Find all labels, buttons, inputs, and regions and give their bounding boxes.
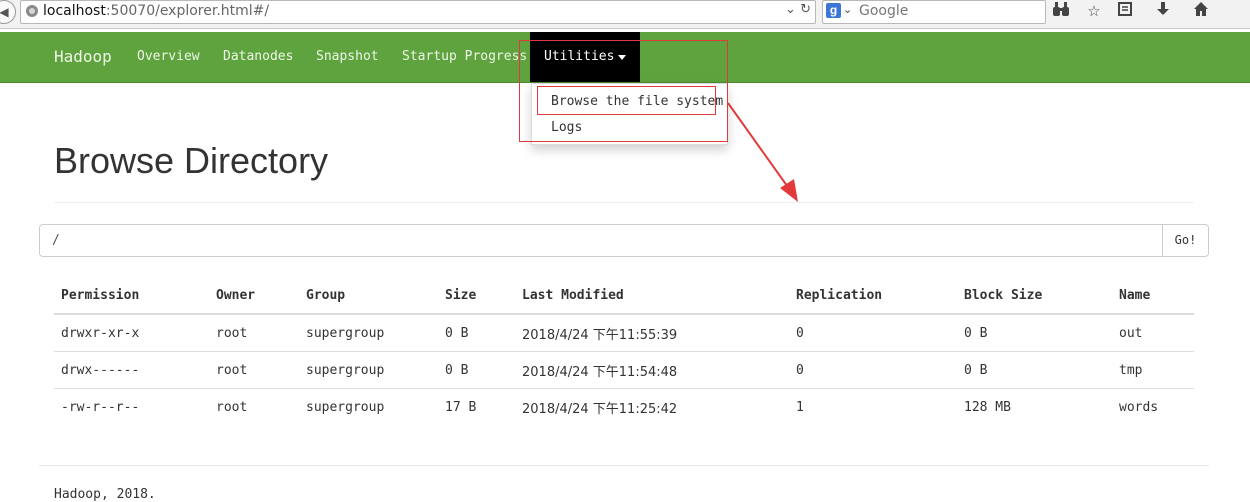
table-header-row: Permission Owner Group Size Last Modifie… bbox=[54, 277, 1194, 315]
cell-last-modified: 2018/4/24 下午11:54:48 bbox=[515, 351, 789, 389]
cell-owner: root bbox=[216, 399, 248, 415]
cell-replication: 0 bbox=[789, 314, 957, 352]
cell-group: supergroup bbox=[299, 314, 438, 352]
col-header-permission[interactable]: Permission bbox=[54, 277, 209, 315]
cell-block-size: 128 MB bbox=[964, 399, 1011, 415]
cell-last-modified: 2018/4/24 下午11:55:39 bbox=[515, 314, 789, 352]
cell-block-size: 0 B bbox=[957, 314, 1112, 352]
divider bbox=[54, 202, 1194, 203]
cell-replication: 0 bbox=[789, 351, 957, 389]
cell-size: 0 B bbox=[438, 314, 515, 352]
table-row: drwx------ root supergroup 0 B 2018/4/24… bbox=[54, 351, 1194, 389]
page-title: Browse Directory bbox=[54, 140, 329, 181]
cell-group: supergroup bbox=[306, 399, 385, 415]
cell-name-link[interactable]: words bbox=[1112, 389, 1194, 426]
cell-permission: drwx------ bbox=[54, 351, 209, 389]
cell-block-size: 0 B bbox=[957, 351, 1112, 389]
file-table: Permission Owner Group Size Last Modifie… bbox=[54, 277, 1194, 425]
cell-size: 17 B bbox=[445, 399, 477, 415]
col-header-size[interactable]: Size bbox=[438, 277, 515, 315]
cell-last-modified: 2018/4/24 下午11:25:42 bbox=[522, 401, 678, 417]
table-row: drwxr-xr-x root supergroup 0 B 2018/4/24… bbox=[54, 314, 1194, 352]
cell-permission: -rw-r--r-- bbox=[61, 399, 140, 415]
cell-replication: 1 bbox=[796, 399, 804, 415]
col-header-replication[interactable]: Replication bbox=[789, 277, 957, 315]
directory-path-input[interactable]: / bbox=[39, 224, 1163, 257]
cell-size: 0 B bbox=[438, 351, 515, 389]
cell-name-link[interactable]: out bbox=[1112, 314, 1194, 352]
cell-permission: drwxr-xr-x bbox=[54, 314, 209, 352]
col-header-name[interactable]: Name bbox=[1112, 277, 1194, 315]
go-button[interactable]: Go! bbox=[1162, 224, 1209, 257]
col-header-block-size[interactable]: Block Size bbox=[957, 277, 1112, 315]
cell-name-link[interactable]: tmp bbox=[1112, 351, 1194, 389]
col-header-group[interactable]: Group bbox=[299, 277, 438, 315]
cell-group: supergroup bbox=[299, 351, 438, 389]
footer-divider bbox=[39, 465, 1209, 466]
cell-owner: root bbox=[209, 314, 299, 352]
col-header-last-modified[interactable]: Last Modified bbox=[515, 277, 789, 315]
footer-text: Hadoop, 2018. bbox=[54, 487, 156, 502]
col-header-owner[interactable]: Owner bbox=[209, 277, 299, 315]
table-row: -rw-r--r-- root supergroup 17 B 2018/4/2… bbox=[54, 389, 1194, 426]
cell-owner: root bbox=[209, 351, 299, 389]
